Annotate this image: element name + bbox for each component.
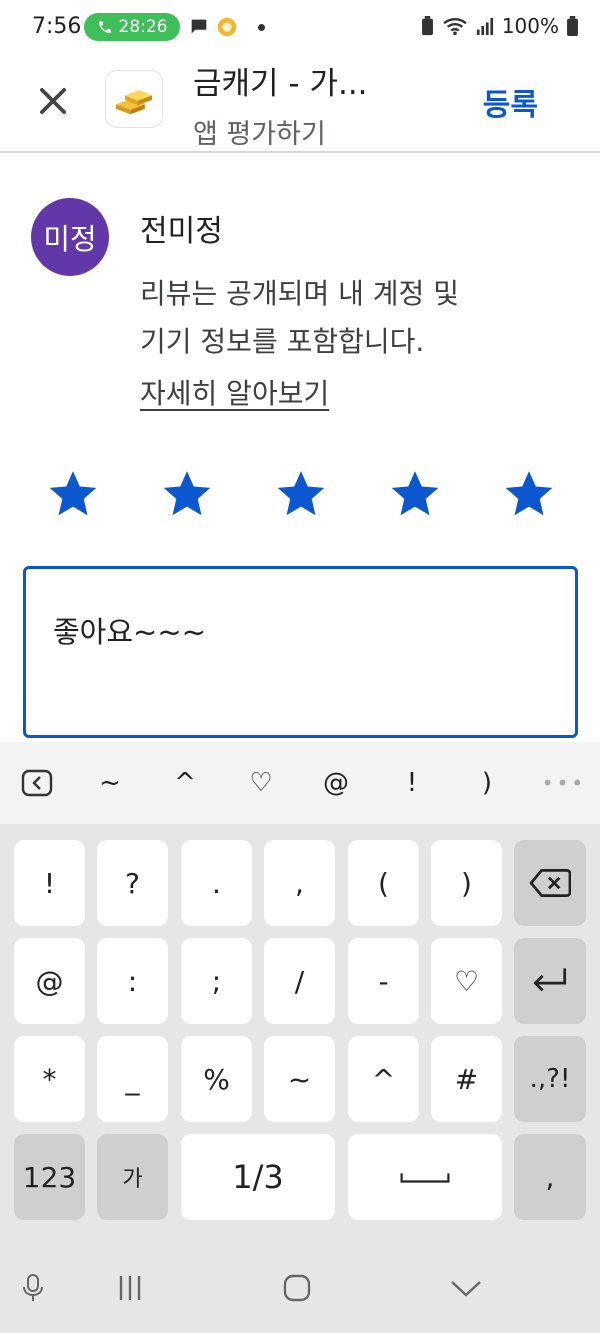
battery-icon bbox=[567, 16, 578, 36]
key[interactable]: _ bbox=[97, 1036, 168, 1122]
toolbar-key-3[interactable]: ♡ bbox=[236, 760, 286, 806]
notice-line-1: 리뷰는 공개되며 내 계정 및 bbox=[140, 277, 459, 310]
key[interactable]: ~ bbox=[264, 1036, 335, 1122]
space-key[interactable] bbox=[348, 1134, 502, 1220]
recent-apps-icon[interactable] bbox=[110, 1268, 150, 1308]
key[interactable]: # bbox=[431, 1036, 502, 1122]
language-key[interactable]: 가 bbox=[97, 1134, 168, 1220]
more-notifications-dot bbox=[258, 23, 265, 31]
toolbar-key-6[interactable]: ) bbox=[462, 760, 512, 806]
key[interactable]: * bbox=[14, 1036, 85, 1122]
star-4-icon[interactable] bbox=[387, 466, 443, 522]
star-5-icon[interactable] bbox=[501, 466, 557, 522]
microphone-icon[interactable] bbox=[13, 1268, 53, 1308]
phone-icon bbox=[98, 21, 111, 33]
star-rating bbox=[0, 466, 600, 522]
post-button[interactable]: 등록 bbox=[483, 80, 538, 124]
learn-more-link[interactable]: 자세히 알아보기 bbox=[140, 372, 329, 412]
key[interactable]: ? bbox=[97, 840, 168, 926]
app-subtitle: 앱 평가하기 bbox=[193, 119, 326, 150]
key[interactable]: . bbox=[181, 840, 252, 926]
space-icon bbox=[400, 1173, 450, 1183]
keyboard: ! ? . , ( ) @ : ; / - ♡ * _ % ~ ^ # .,?!… bbox=[0, 824, 600, 1244]
close-icon[interactable] bbox=[34, 82, 72, 120]
avatar: 미정 bbox=[31, 198, 109, 276]
more-options-icon[interactable]: ••• bbox=[539, 760, 589, 806]
key[interactable]: ! bbox=[14, 840, 85, 926]
key[interactable]: , bbox=[264, 840, 335, 926]
review-text-field[interactable]: 좋아요~~~ bbox=[23, 566, 578, 738]
call-indicator[interactable]: 28:26 bbox=[84, 13, 180, 41]
battery-saver-icon bbox=[421, 16, 433, 36]
backspace-icon bbox=[529, 869, 571, 897]
numbers-key[interactable]: 123 bbox=[14, 1134, 85, 1220]
key[interactable]: % bbox=[181, 1036, 252, 1122]
key[interactable]: ( bbox=[348, 840, 419, 926]
toolbar-key-2[interactable]: ^ bbox=[160, 760, 210, 806]
app-notification-icon bbox=[217, 17, 237, 37]
toolbar-key-4[interactable]: @ bbox=[311, 760, 361, 806]
enter-icon bbox=[533, 968, 567, 992]
chat-notification-icon bbox=[191, 19, 207, 34]
enter-key[interactable] bbox=[514, 938, 586, 1024]
star-3-icon[interactable] bbox=[273, 466, 329, 522]
toolbar-key-5[interactable]: ! bbox=[387, 760, 437, 806]
signal-icon bbox=[476, 17, 493, 35]
key[interactable]: @ bbox=[14, 938, 85, 1024]
key[interactable]: ) bbox=[431, 840, 502, 926]
key[interactable]: / bbox=[264, 938, 335, 1024]
toolbar-back-icon[interactable] bbox=[12, 760, 62, 806]
star-2-icon[interactable] bbox=[159, 466, 215, 522]
home-icon[interactable] bbox=[277, 1268, 317, 1308]
hide-keyboard-icon[interactable] bbox=[446, 1268, 486, 1308]
comma-key[interactable]: , bbox=[514, 1134, 586, 1220]
key[interactable]: : bbox=[97, 938, 168, 1024]
gold-bars-icon bbox=[116, 90, 152, 115]
review-text: 좋아요~~~ bbox=[53, 615, 206, 649]
public-review-notice: 리뷰는 공개되며 내 계정 및 기기 정보를 포함합니다. bbox=[140, 270, 560, 366]
star-1-icon[interactable] bbox=[45, 466, 101, 522]
reviewer-name: 전미정 bbox=[140, 214, 223, 249]
key[interactable]: ♡ bbox=[431, 938, 502, 1024]
wifi-icon bbox=[443, 18, 467, 36]
key[interactable]: - bbox=[348, 938, 419, 1024]
key[interactable]: ; bbox=[181, 938, 252, 1024]
backspace-key[interactable] bbox=[514, 840, 586, 926]
status-time: 7:56 bbox=[32, 14, 82, 39]
status-bar: 7:56 28:26 100% bbox=[0, 0, 600, 56]
app-bar: 금캐기 - 가... 앱 평가하기 등록 bbox=[0, 56, 600, 153]
navigation-bar bbox=[0, 1244, 600, 1333]
app-title: 금캐기 - 가... bbox=[193, 66, 368, 102]
call-timer: 28:26 bbox=[118, 17, 168, 37]
battery-level: 100% bbox=[501, 14, 559, 38]
symbol-page-key[interactable]: 1/3 bbox=[181, 1134, 335, 1220]
punctuation-key[interactable]: .,?! bbox=[514, 1036, 586, 1122]
notice-line-2: 기기 정보를 포함합니다. bbox=[140, 325, 425, 358]
keyboard-toolbar: ~ ^ ♡ @ ! ) ••• bbox=[0, 742, 600, 824]
app-icon bbox=[105, 70, 163, 128]
toolbar-key-1[interactable]: ~ bbox=[85, 760, 135, 806]
key[interactable]: ^ bbox=[348, 1036, 419, 1122]
